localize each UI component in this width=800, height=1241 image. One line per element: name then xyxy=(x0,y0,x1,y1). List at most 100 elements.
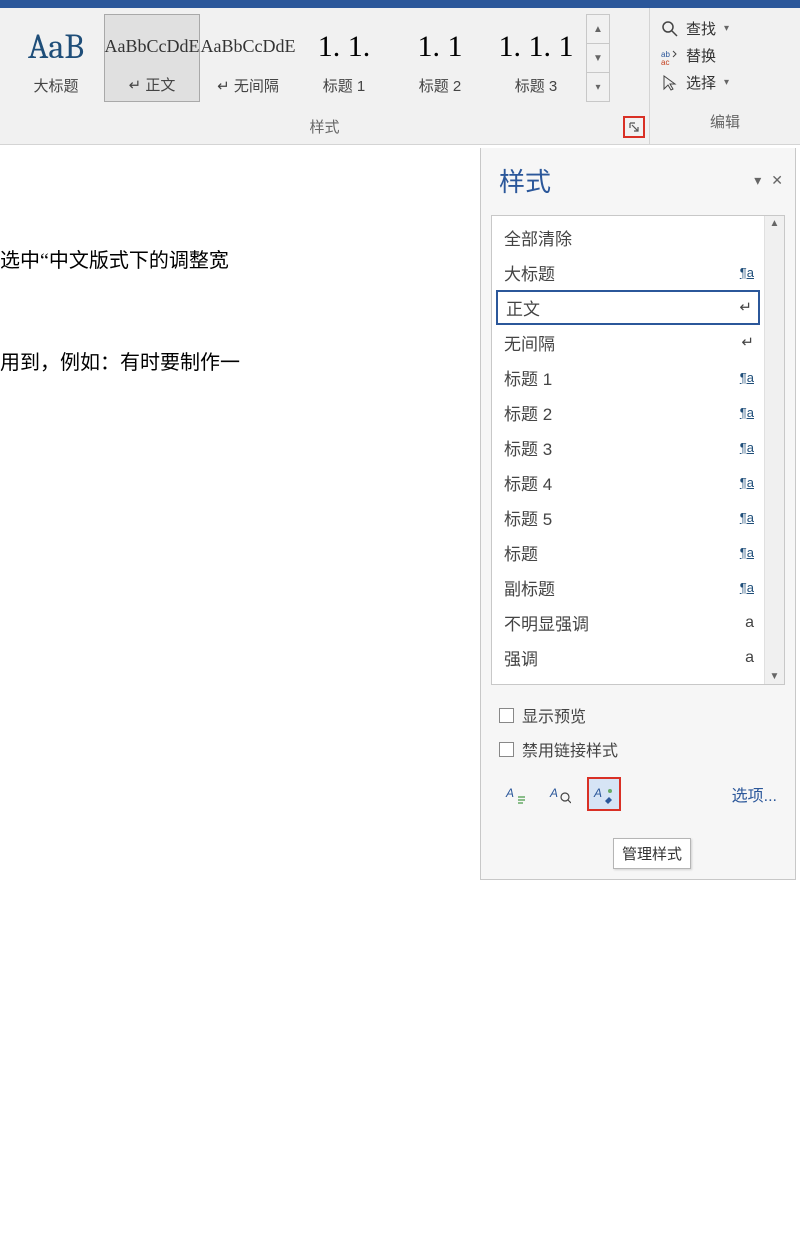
title-bar xyxy=(0,0,800,8)
pane-options-button[interactable]: ▾ xyxy=(754,172,761,189)
show-preview-label: 显示预览 xyxy=(522,703,586,727)
find-label: 查找 xyxy=(686,18,716,39)
style-inspector-button[interactable]: A xyxy=(543,777,577,811)
list-item[interactable]: 标题 4 ¶a xyxy=(492,465,764,500)
show-preview-checkbox[interactable]: 显示预览 xyxy=(499,703,781,727)
svg-text:ac: ac xyxy=(661,58,669,65)
list-item-label: 无间隔 xyxy=(504,330,555,355)
list-item[interactable]: 标题 2¶a xyxy=(492,395,764,430)
style-label: 标题 3 xyxy=(515,75,558,96)
list-item[interactable]: 明显强调 a xyxy=(492,675,764,684)
find-button[interactable]: 查找 ▾ xyxy=(660,18,794,39)
scroll-up-icon[interactable]: ▲ xyxy=(770,218,780,229)
style-preview: AaBbCcDdE xyxy=(201,22,296,71)
list-item-marker: a xyxy=(745,614,754,632)
style-preview: 1. 1. xyxy=(318,22,371,71)
pane-checks: 显示预览 禁用链接样式 xyxy=(481,685,795,767)
styles-pane: 样式 ▾ ✕ 全部清除大标题¶a正文↵无间隔↵标题 1¶a标题 2¶a标题 3¶… xyxy=(480,148,796,880)
select-label: 选择 xyxy=(686,72,716,93)
style-tile[interactable]: AaBbCcDdE ↵ 正文 xyxy=(104,14,200,102)
list-item-marker: ¶a xyxy=(740,370,754,385)
list-item-label: 全部清除 xyxy=(504,225,572,250)
list-item-label: 标题 3 xyxy=(504,435,552,460)
style-preview: AaBbCcDdE xyxy=(105,23,200,70)
pane-footer: A A A 选项... xyxy=(481,767,795,825)
editing-group-label: 编辑 xyxy=(650,110,800,142)
list-item-label: 正文 xyxy=(506,295,540,320)
style-preview: 1. 1. 1 xyxy=(499,22,574,71)
list-item[interactable]: 标题¶a xyxy=(492,535,764,570)
list-item-label: 明显强调 xyxy=(504,680,572,684)
chevron-down-icon: ▾ xyxy=(724,77,729,88)
list-item[interactable]: 标题 1¶a xyxy=(492,360,764,395)
style-tile[interactable]: 1. 1. 标题 1 xyxy=(296,14,392,102)
list-item-label: 不明显强调 xyxy=(504,610,589,635)
list-item-marker: ↵ xyxy=(739,298,752,317)
checkbox-icon xyxy=(499,742,514,757)
checkbox-icon xyxy=(499,708,514,723)
list-item[interactable]: 副标题¶a xyxy=(492,570,764,605)
styles-group: AaB大标题AaBbCcDdE↵ 正文AaBbCcDdE↵ 无间隔1. 1.标题… xyxy=(0,8,650,144)
document-line-2: 用到，例如：有时要制作一 xyxy=(0,347,470,379)
select-button[interactable]: 选择 ▾ xyxy=(660,72,794,93)
chevron-down-icon: ▾ xyxy=(724,23,729,34)
list-item[interactable]: 标题 5¶a xyxy=(492,500,764,535)
pane-close-button[interactable]: ✕ xyxy=(771,172,783,189)
styles-gallery: AaB大标题AaBbCcDdE↵ 正文AaBbCcDdE↵ 无间隔1. 1.标题… xyxy=(8,14,584,102)
gallery-more-button[interactable]: ▾ xyxy=(587,73,609,101)
new-style-button[interactable]: A xyxy=(499,777,533,811)
style-tile[interactable]: 1. 1. 1 标题 3 xyxy=(488,14,584,102)
svg-text:A: A xyxy=(549,786,558,800)
style-tile[interactable]: AaB大标题 xyxy=(8,14,104,102)
list-item-marker: ¶a xyxy=(740,440,754,455)
style-label: 大标题 xyxy=(33,75,78,96)
svg-text:A: A xyxy=(505,786,514,800)
list-item-label: 标题 xyxy=(504,540,538,565)
document-area[interactable]: 选中“中文版式下的调整宽 用到，例如：有时要制作一 xyxy=(0,145,480,459)
search-icon xyxy=(660,20,680,38)
style-tile[interactable]: AaBbCcDdE↵ 无间隔 xyxy=(200,14,296,102)
list-item[interactable]: 正文 ↵ xyxy=(496,290,760,325)
manage-styles-button[interactable]: A xyxy=(587,777,621,811)
list-item[interactable]: 大标题 ¶a xyxy=(492,255,764,290)
style-label: 标题 2 xyxy=(419,75,462,96)
list-item-label: 标题 4 xyxy=(504,470,552,495)
styles-group-label-row: 样式 xyxy=(0,110,649,142)
list-item-marker: ↵ xyxy=(741,333,754,352)
editing-group: 查找 ▾ abac 替换 选择 ▾ 编辑 xyxy=(650,8,800,144)
list-item-marker: ¶a xyxy=(740,510,754,525)
pane-header: 样式 ▾ ✕ xyxy=(481,148,795,215)
list-item[interactable]: 无间隔 ↵ xyxy=(492,325,764,360)
style-preview: 1. 1 xyxy=(418,22,463,71)
styles-gallery-wrap: AaB大标题AaBbCcDdE↵ 正文AaBbCcDdE↵ 无间隔1. 1.标题… xyxy=(0,8,649,110)
options-link[interactable]: 选项... xyxy=(732,782,777,806)
pane-scrollbar[interactable]: ▲ ▼ xyxy=(764,216,784,684)
style-tile[interactable]: 1. 1 标题 2 xyxy=(392,14,488,102)
scroll-down-icon[interactable]: ▼ xyxy=(770,671,780,682)
gallery-up-button[interactable]: ▲ xyxy=(587,15,609,44)
ribbon: AaB大标题AaBbCcDdE↵ 正文AaBbCcDdE↵ 无间隔1. 1.标题… xyxy=(0,8,800,145)
manage-styles-tooltip: 管理样式 xyxy=(613,838,691,869)
list-item[interactable]: 标题 3 ¶a xyxy=(492,430,764,465)
style-label: 标题 1 xyxy=(323,75,366,96)
style-label: ↵ 正文 xyxy=(129,74,176,95)
disable-linked-checkbox[interactable]: 禁用链接样式 xyxy=(499,737,781,761)
list-item-marker: a xyxy=(745,684,754,685)
gallery-spinner: ▲ ▼ ▾ xyxy=(586,14,610,102)
footer-icons: A A A xyxy=(499,777,621,811)
pane-title: 样式 xyxy=(499,162,551,199)
gallery-down-button[interactable]: ▼ xyxy=(587,44,609,73)
list-item[interactable]: 全部清除 xyxy=(492,220,764,255)
pane-controls: ▾ ✕ xyxy=(754,172,783,189)
list-item-marker: ¶a xyxy=(740,265,754,280)
styles-dialog-launcher[interactable] xyxy=(625,118,643,136)
disable-linked-label: 禁用链接样式 xyxy=(522,737,618,761)
list-item[interactable]: 强调a xyxy=(492,640,764,675)
list-item-label: 标题 2 xyxy=(504,400,552,425)
list-item-marker: ¶a xyxy=(740,475,754,490)
list-item-label: 大标题 xyxy=(504,260,555,285)
pane-list: 全部清除大标题¶a正文↵无间隔↵标题 1¶a标题 2¶a标题 3¶a标题 4¶a… xyxy=(492,216,764,684)
cursor-icon xyxy=(660,74,680,92)
replace-button[interactable]: abac 替换 xyxy=(660,45,794,66)
list-item[interactable]: 不明显强调 a xyxy=(492,605,764,640)
